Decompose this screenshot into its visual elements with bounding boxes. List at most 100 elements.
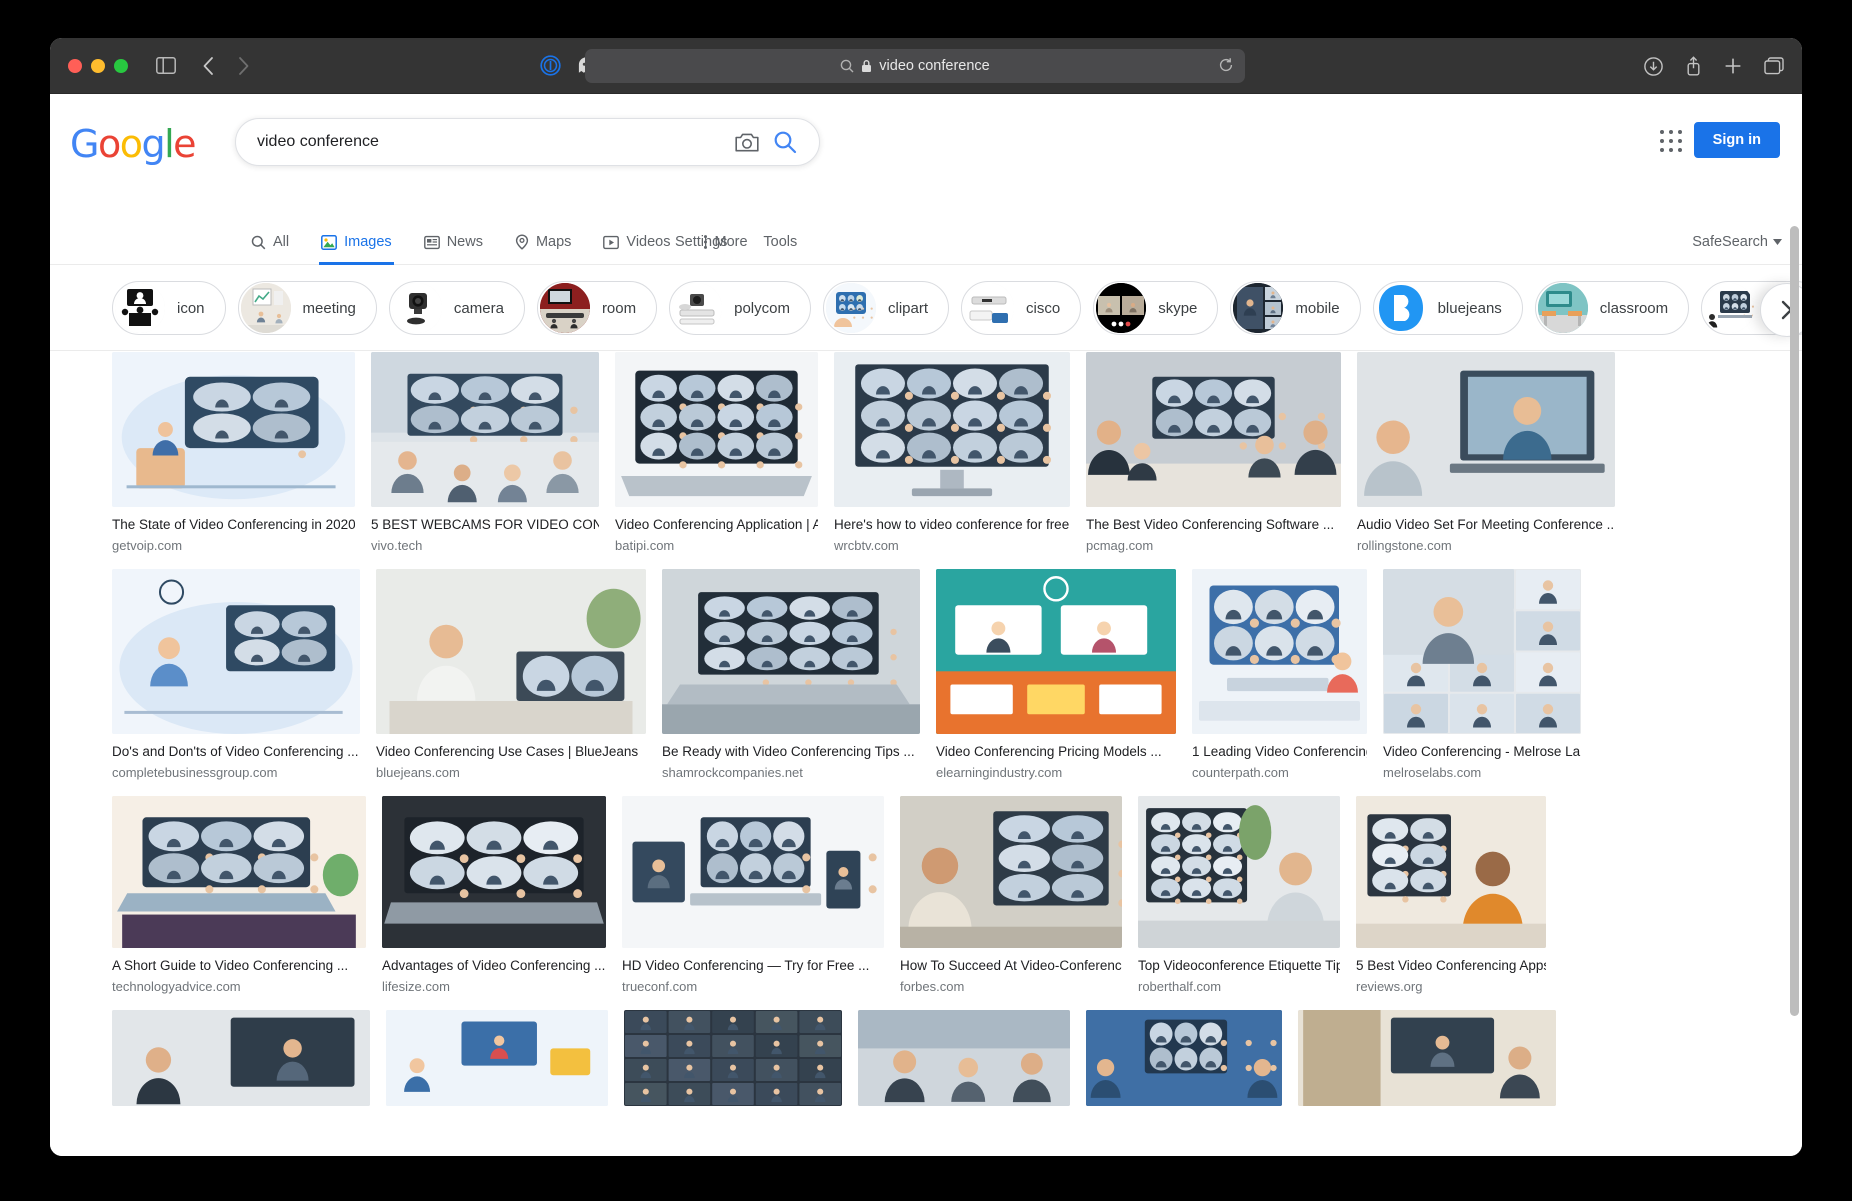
result-thumbnail[interactable]	[858, 1010, 1070, 1106]
tab-maps[interactable]: Maps	[499, 219, 587, 265]
chip-classroom[interactable]: classroom	[1535, 281, 1689, 335]
image-result-card[interactable]: Top Videoconference Etiquette Tips ...ro…	[1138, 796, 1340, 994]
sign-in-button[interactable]: Sign in	[1694, 122, 1780, 158]
result-source: bluejeans.com	[376, 765, 646, 780]
tab-label: All	[273, 234, 289, 250]
result-thumbnail[interactable]	[1192, 569, 1367, 734]
result-thumbnail[interactable]	[112, 1010, 370, 1106]
image-result-card[interactable]: 1 Leading Video Conferencing Sof...count…	[1192, 569, 1367, 780]
result-thumbnail[interactable]	[1357, 352, 1615, 507]
image-result-card[interactable]	[1086, 1010, 1282, 1106]
close-window-button[interactable]	[68, 59, 82, 73]
result-thumbnail[interactable]	[371, 352, 599, 507]
image-result-card[interactable]: How To Succeed At Video-Conferencingforb…	[900, 796, 1122, 994]
tab-images[interactable]: Images	[305, 219, 408, 265]
image-result-card[interactable]: Audio Video Set For Meeting Conference .…	[1357, 352, 1615, 553]
image-result-card[interactable]: Video Conferencing - Melrose Labsmelrose…	[1383, 569, 1581, 780]
result-thumbnail[interactable]	[900, 796, 1122, 948]
image-result-card[interactable]	[858, 1010, 1070, 1106]
search-submit-icon[interactable]	[773, 130, 797, 154]
url-bar[interactable]: video conference	[585, 49, 1245, 83]
url-text: video conference	[879, 58, 989, 74]
minimize-window-button[interactable]	[91, 59, 105, 73]
result-source: forbes.com	[900, 979, 1122, 994]
google-apps-icon[interactable]	[1660, 130, 1684, 154]
search-box[interactable]	[235, 118, 820, 166]
result-thumbnail[interactable]	[1298, 1010, 1556, 1106]
tab-news[interactable]: News	[408, 219, 499, 265]
search-input[interactable]	[257, 133, 735, 151]
image-result-card[interactable]: 5 Best Video Conferencing Apps ...review…	[1356, 796, 1546, 994]
result-thumbnail[interactable]	[624, 1010, 842, 1106]
share-icon[interactable]	[1685, 56, 1702, 76]
thumbnail-art	[622, 796, 884, 948]
result-thumbnail[interactable]	[834, 352, 1070, 507]
result-source: getvoip.com	[112, 538, 355, 553]
result-thumbnail[interactable]	[1138, 796, 1340, 948]
tab-all[interactable]: All	[235, 219, 305, 265]
result-thumbnail[interactable]	[662, 569, 920, 734]
new-tab-icon[interactable]	[1724, 57, 1742, 75]
chip-thumbnail	[1376, 283, 1426, 333]
google-logo[interactable]: Google	[70, 122, 195, 166]
sidebar-toggle-icon[interactable]	[156, 57, 176, 74]
image-result-card[interactable]	[624, 1010, 842, 1106]
image-result-card[interactable]: Video Conferencing Application | API ...…	[615, 352, 818, 553]
chip-camera[interactable]: camera	[389, 281, 525, 335]
image-result-card[interactable]: Advantages of Video Conferencing ...life…	[382, 796, 606, 994]
safesearch-dropdown[interactable]: SafeSearch	[1692, 219, 1782, 265]
chip-clipart[interactable]: clipart	[823, 281, 949, 335]
image-result-card[interactable]	[112, 1010, 370, 1106]
chip-thumbnail-art	[392, 283, 442, 333]
tab-overview-icon[interactable]	[1764, 57, 1784, 75]
image-result-card[interactable]: The State of Video Conferencing in 2020 …	[112, 352, 355, 553]
tools-button[interactable]: Tools	[763, 234, 797, 250]
result-thumbnail[interactable]	[615, 352, 818, 507]
result-thumbnail[interactable]	[386, 1010, 608, 1106]
download-icon[interactable]	[1644, 57, 1663, 76]
lock-icon	[861, 59, 872, 73]
chip-meeting[interactable]: meeting	[238, 281, 377, 335]
result-thumbnail[interactable]	[622, 796, 884, 948]
image-result-card[interactable]: Do's and Don'ts of Video Conferencing ..…	[112, 569, 360, 780]
image-result-card[interactable]	[386, 1010, 608, 1106]
image-result-card[interactable]: HD Video Conferencing — Try for Free ...…	[622, 796, 884, 994]
result-thumbnail[interactable]	[1356, 796, 1546, 948]
result-thumbnail[interactable]	[112, 796, 366, 948]
maximize-window-button[interactable]	[114, 59, 128, 73]
chip-skype[interactable]: skype	[1093, 281, 1218, 335]
image-result-card[interactable]: The Best Video Conferencing Software ...…	[1086, 352, 1341, 553]
forward-arrow-icon[interactable]	[237, 56, 250, 76]
image-result-card[interactable]	[1298, 1010, 1556, 1106]
image-result-card[interactable]: Video Conferencing Use Cases | BlueJeans…	[376, 569, 646, 780]
settings-button[interactable]: Settings	[675, 234, 727, 250]
result-title: Here's how to video conference for free …	[834, 517, 1070, 534]
result-thumbnail[interactable]	[1383, 569, 1581, 734]
image-result-card[interactable]: Be Ready with Video Conferencing Tips ..…	[662, 569, 920, 780]
image-result-card[interactable]: Here's how to video conference for free …	[834, 352, 1070, 553]
result-thumbnail[interactable]	[112, 352, 355, 507]
back-arrow-icon[interactable]	[202, 56, 215, 76]
result-thumbnail[interactable]	[112, 569, 360, 734]
result-thumbnail[interactable]	[1086, 1010, 1282, 1106]
chip-icon[interactable]: icon	[112, 281, 226, 335]
image-result-card[interactable]: 5 BEST WEBCAMS FOR VIDEO CONFE...vivo.te…	[371, 352, 599, 553]
reload-icon[interactable]	[1218, 57, 1234, 78]
result-thumbnail[interactable]	[936, 569, 1176, 734]
chip-polycom[interactable]: polycom	[669, 281, 811, 335]
1password-icon[interactable]	[540, 55, 561, 76]
result-thumbnail[interactable]	[382, 796, 606, 948]
image-result-card[interactable]: A Short Guide to Video Conferencing ...t…	[112, 796, 366, 994]
chip-room[interactable]: room	[537, 281, 657, 335]
result-source: elearningindustry.com	[936, 765, 1176, 780]
chips-scroller[interactable]: iconmeetingcameraroompolycomclipartcisco…	[50, 265, 1802, 335]
chip-mobile[interactable]: mobile	[1230, 281, 1360, 335]
chip-cisco[interactable]: cisco	[961, 281, 1081, 335]
result-thumbnail[interactable]	[376, 569, 646, 734]
camera-search-icon[interactable]	[735, 132, 759, 153]
result-thumbnail[interactable]	[1086, 352, 1341, 507]
tab-videos[interactable]: Videos	[587, 219, 686, 265]
image-result-card[interactable]: Video Conferencing Pricing Models ...ele…	[936, 569, 1176, 780]
chip-bluejeans[interactable]: bluejeans	[1373, 281, 1523, 335]
page-scrollbar[interactable]	[1790, 226, 1799, 1016]
